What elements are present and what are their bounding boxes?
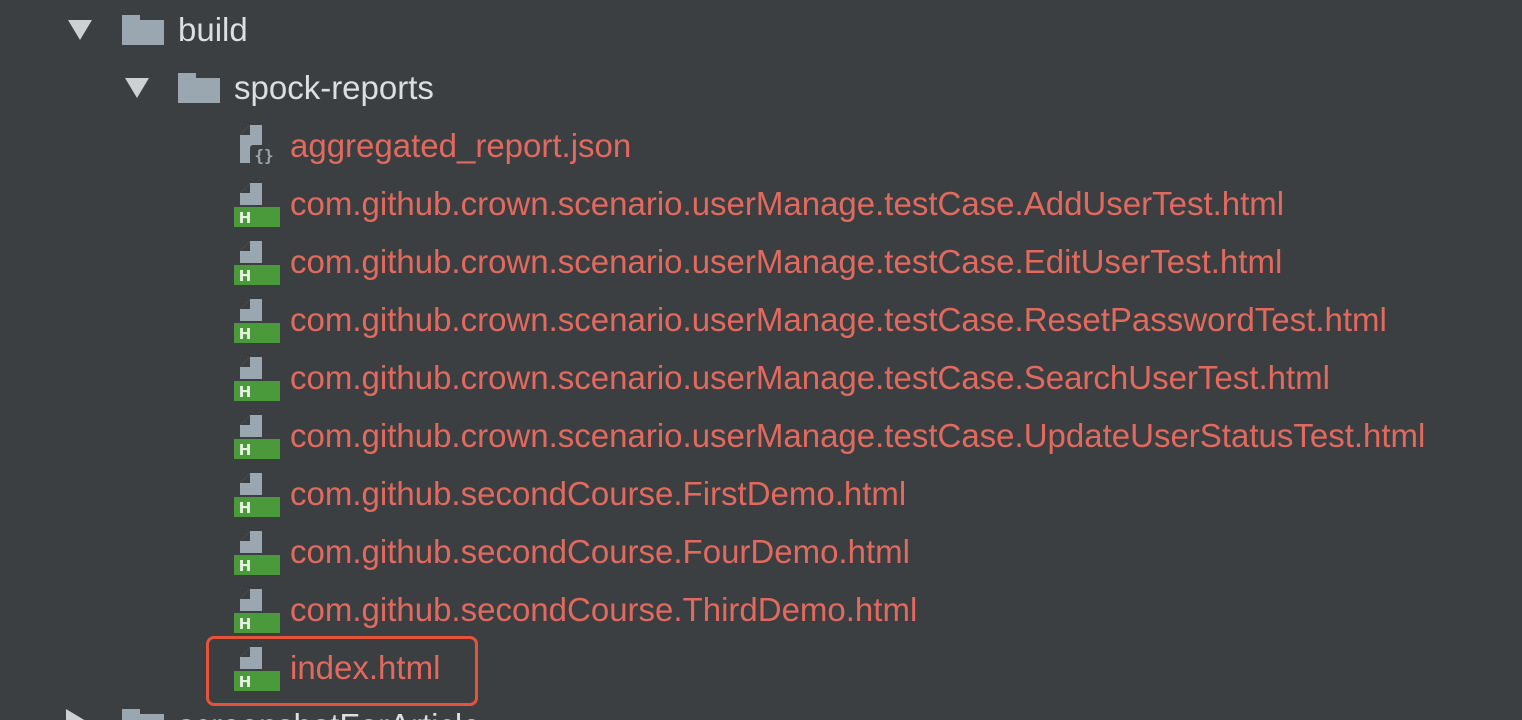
folder-label: build	[178, 11, 248, 48]
file-label: com.github.crown.scenario.userManage.tes…	[290, 417, 1426, 454]
file-label: com.github.crown.scenario.userManage.tes…	[290, 185, 1285, 222]
json-file-icon: {}	[236, 123, 282, 167]
tree-row-file[interactable]: H com.github.crown.scenario.userManage.t…	[0, 291, 1522, 349]
tree-row-screenshotForArticle[interactable]: screenshotForArticle	[0, 697, 1522, 720]
svg-text:H: H	[239, 615, 252, 633]
svg-text:H: H	[239, 209, 252, 227]
tree-row-file[interactable]: {} aggregated_report.json	[0, 117, 1522, 175]
folder-label: screenshotForArticle	[178, 697, 481, 720]
tree-row-file[interactable]: H com.github.crown.scenario.userManage.t…	[0, 175, 1522, 233]
svg-text:H: H	[239, 557, 252, 575]
tree-row-file[interactable]: H com.github.secondCourse.FirstDemo.html	[0, 465, 1522, 523]
folder-label: spock-reports	[234, 69, 434, 106]
file-label: com.github.secondCourse.ThirdDemo.html	[290, 591, 918, 628]
html-file-icon: H	[234, 473, 280, 517]
expand-arrow-icon[interactable]	[68, 20, 92, 40]
tree-row-build[interactable]: build	[0, 1, 1522, 59]
html-file-icon: H	[234, 183, 280, 227]
file-label: com.github.crown.scenario.userManage.tes…	[290, 301, 1387, 338]
file-label: com.github.secondCourse.FirstDemo.html	[290, 475, 907, 512]
file-label: com.github.crown.scenario.userManage.tes…	[290, 243, 1283, 280]
html-file-icon: H	[234, 241, 280, 285]
collapse-arrow-icon[interactable]	[66, 709, 86, 720]
tree-row-file[interactable]: H com.github.crown.scenario.userManage.t…	[0, 233, 1522, 291]
tree-row-spock-reports[interactable]: spock-reports	[0, 59, 1522, 117]
file-label: aggregated_report.json	[290, 127, 632, 164]
expand-arrow-icon[interactable]	[125, 78, 149, 98]
tree-row-file[interactable]: H com.github.crown.scenario.userManage.t…	[0, 349, 1522, 407]
highlight-box	[206, 636, 478, 706]
tree-row-file[interactable]: H com.github.crown.scenario.userManage.t…	[0, 407, 1522, 465]
svg-text:{}: {}	[254, 146, 273, 165]
svg-text:H: H	[239, 383, 252, 401]
file-label: com.github.secondCourse.FourDemo.html	[290, 533, 910, 570]
project-tree: build spock-reports {} aggregated_report…	[0, 0, 1522, 720]
html-file-icon: H	[234, 589, 280, 633]
file-label: com.github.crown.scenario.userManage.tes…	[290, 359, 1330, 396]
folder-icon	[178, 73, 220, 103]
folder-icon	[122, 709, 164, 720]
html-file-icon: H	[234, 415, 280, 459]
tree-row-file[interactable]: H com.github.secondCourse.FourDemo.html	[0, 523, 1522, 581]
svg-text:H: H	[239, 325, 252, 343]
html-file-icon: H	[234, 357, 280, 401]
tree-row-file[interactable]: H com.github.secondCourse.ThirdDemo.html	[0, 581, 1522, 639]
svg-text:H: H	[239, 267, 252, 285]
html-file-icon: H	[234, 531, 280, 575]
svg-text:H: H	[239, 499, 252, 517]
html-file-icon: H	[234, 299, 280, 343]
folder-icon	[122, 15, 164, 45]
svg-text:H: H	[239, 441, 252, 459]
